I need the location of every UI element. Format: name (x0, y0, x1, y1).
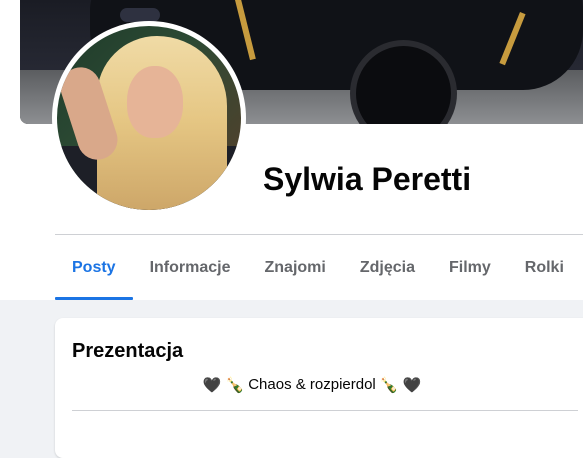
bio-text: Chaos & rozpierdol (248, 376, 376, 393)
profile-tabs: Posty Informacje Znajomi Zdjęcia Filmy R… (55, 236, 583, 300)
profile-name: Sylwia Peretti (263, 161, 472, 197)
avatar-face (127, 66, 183, 138)
tab-posts[interactable]: Posty (55, 236, 133, 300)
intro-divider (72, 410, 578, 411)
bio: 🖤 🍾 Chaos & rozpierdol 🍾 🖤 (72, 374, 552, 396)
tab-photos[interactable]: Zdjęcia (343, 236, 432, 300)
profile-header: Sylwia Peretti Posty Informacje Znajomi … (0, 0, 583, 300)
tab-reels[interactable]: Rolki (508, 236, 581, 300)
black-heart-icon: 🖤 (202, 376, 222, 394)
intro-title: Prezentacja (72, 340, 184, 362)
black-heart-icon: 🖤 (402, 376, 422, 394)
tab-videos[interactable]: Filmy (432, 236, 508, 300)
cover-car-light (120, 8, 160, 22)
tab-friends[interactable]: Znajomi (248, 236, 343, 300)
avatar-image (57, 26, 241, 210)
champagne-bottle-icon: 🍾 (379, 376, 399, 394)
profile-picture[interactable] (52, 21, 246, 215)
tab-about[interactable]: Informacje (133, 236, 248, 300)
intro-card: Prezentacja 🖤 🍾 Chaos & rozpierdol 🍾 🖤 (55, 318, 583, 458)
header-divider (55, 234, 583, 235)
champagne-bottle-icon: 🍾 (225, 376, 245, 394)
